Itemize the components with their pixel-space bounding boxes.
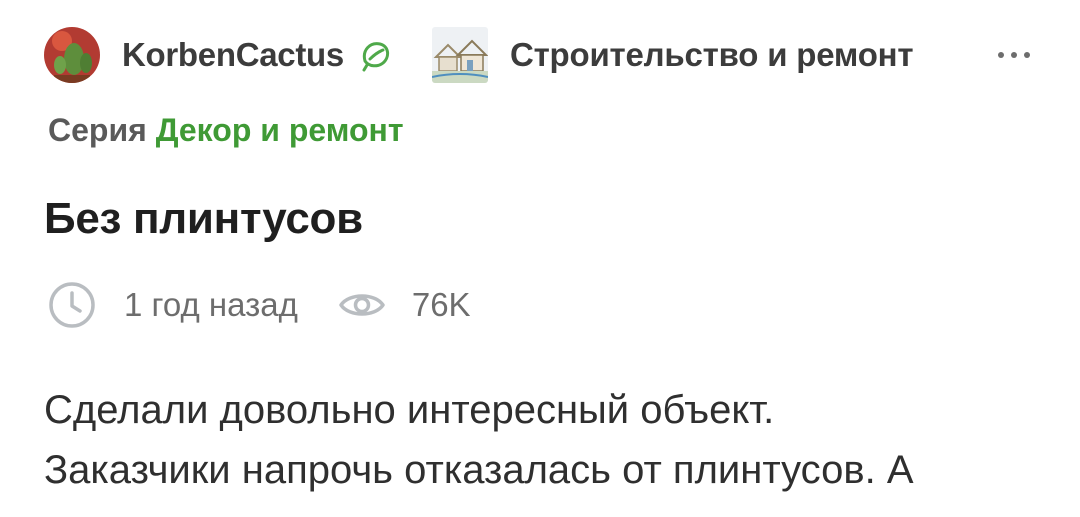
more-dot: [1011, 52, 1017, 58]
more-options-button[interactable]: [994, 46, 1034, 64]
eye-icon: [339, 294, 385, 316]
author-avatar[interactable]: [44, 27, 100, 83]
post-title[interactable]: Без плинтусов: [44, 194, 363, 244]
post-text-line: Заказчики напрочь отказалась от плинтусо…: [44, 448, 914, 492]
leaf-badge-icon: [362, 42, 389, 72]
more-dot: [1024, 52, 1030, 58]
houses-thumbnail-icon: [431, 27, 488, 83]
community-thumbnail[interactable]: [431, 27, 488, 83]
series-line: Серия Декор и ремонт: [48, 112, 404, 149]
clock-icon: [49, 282, 95, 328]
post-time: 1 год назад: [124, 286, 298, 323]
post-header: KorbenCactus Строительство и ремонт: [44, 26, 1034, 84]
community-name[interactable]: Строительство и ремонт: [510, 36, 914, 74]
cactus-avatar-icon: [44, 27, 100, 83]
post-body: Сделали довольно интересный объект. Зака…: [44, 380, 1054, 500]
author-name[interactable]: KorbenCactus: [122, 36, 344, 74]
series-link[interactable]: Декор и ремонт: [156, 112, 404, 148]
view-count: 76K: [411, 286, 471, 323]
post-text-line: Сделали довольно интересный объект.: [44, 388, 775, 432]
post-meta: 1 год назад 76K: [48, 280, 471, 330]
series-label: Серия: [48, 112, 147, 148]
more-dot: [998, 52, 1004, 58]
